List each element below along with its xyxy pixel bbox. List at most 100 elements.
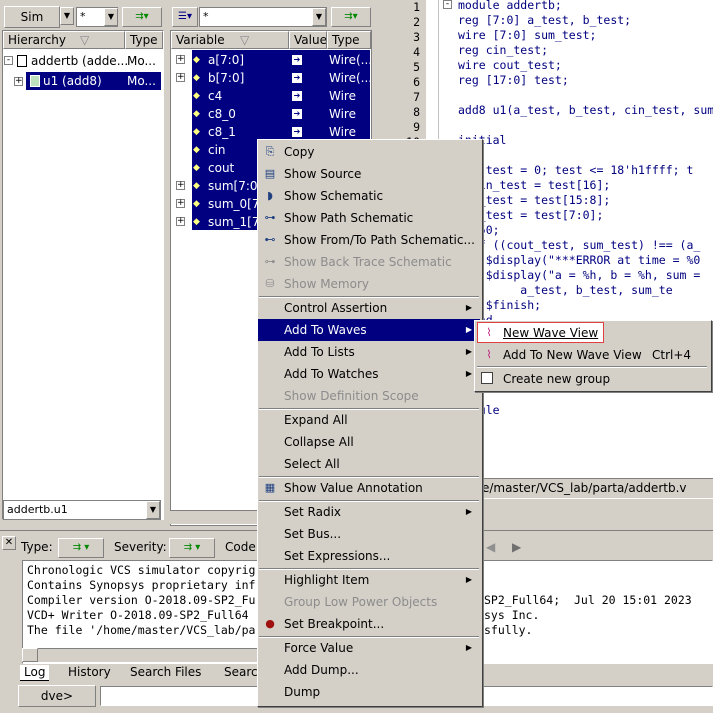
menu-item-group-low-power-objects[interactable]: Group Low Power Objects: [258, 591, 480, 613]
menu-item-set-radix[interactable]: Set Radix ▶: [258, 501, 480, 523]
menu-item-add-dump[interactable]: Add Dump...: [258, 659, 480, 681]
type-filter-combo[interactable]: ⇉ ▾: [58, 538, 104, 558]
menu-item-copy[interactable]: ⎘ Copy: [258, 141, 480, 163]
menu-item-add-to-watches[interactable]: Add To Watches ▶: [258, 363, 480, 385]
variable-filter-input[interactable]: *: [199, 7, 327, 27]
path-schematic-icon: ⊶: [264, 211, 276, 224]
menu-item-show-source[interactable]: ▤ Show Source: [258, 163, 480, 185]
console-tab-search-files[interactable]: Search Files: [126, 665, 205, 681]
log-line-continued: sys Inc.: [484, 608, 540, 622]
submenu-arrow-icon: ▶: [465, 369, 472, 378]
log-hscroll[interactable]: [22, 648, 262, 662]
code-line: $finish;: [458, 298, 542, 312]
variable-filter-arrow[interactable]: ▼: [312, 8, 326, 26]
checkbox-icon[interactable]: [481, 372, 493, 384]
add-wave-view-icon: ⌇: [486, 348, 492, 361]
expand-icon[interactable]: +: [176, 55, 185, 64]
type-column-header[interactable]: Type: [327, 31, 371, 49]
expand-icon[interactable]: +: [14, 77, 23, 86]
shortcut-label: Ctrl+4: [652, 348, 692, 362]
menu-item-label: Force Value: [284, 641, 354, 655]
log-line: The file '/home/master/VCS_lab/pa: [27, 623, 256, 637]
severity-filter-combo[interactable]: ⇉ ▾: [169, 538, 215, 558]
log-line: VCD+ Writer O-2018.09-SP2_Full64: [27, 608, 249, 622]
menu-item-set-bus[interactable]: Set Bus...: [258, 523, 480, 545]
expand-icon[interactable]: +: [176, 73, 185, 82]
menu-item-expand-all[interactable]: Expand All: [258, 409, 480, 431]
sim-dropdown-arrow[interactable]: ▼: [60, 7, 74, 25]
hierarchy-filter-arrow[interactable]: ▼: [104, 8, 118, 26]
console-close-button[interactable]: ✕: [2, 536, 16, 550]
menu-item-collapse-all[interactable]: Collapse All: [258, 431, 480, 453]
menu-item-show-path-schematic[interactable]: ⊶ Show Path Schematic: [258, 207, 480, 229]
tree-row-u1[interactable]: u1 (add8) Mo...: [26, 72, 161, 90]
code-line: $display("a = %h, b = %h, sum =: [458, 268, 701, 282]
menu-item-label: Control Assertion: [284, 301, 388, 315]
menu-item-label: Add To Watches: [284, 367, 379, 381]
line-number: 4: [413, 45, 420, 59]
variable-view-icon[interactable]: ☰▾: [172, 7, 198, 27]
expand-icon[interactable]: +: [176, 199, 185, 208]
code-line: a_test = test[15:8];: [458, 193, 611, 207]
filter-type-icon[interactable]: ⇉▾: [122, 7, 162, 27]
menu-item-show-value-annotation[interactable]: ▦ Show Value Annotation: [258, 477, 480, 499]
variable-row[interactable]: ◆ c4 ➔ Wire: [176, 87, 370, 105]
menu-item-label: Set Breakpoint...: [284, 617, 385, 631]
tree-label: u1 (add8): [43, 74, 102, 88]
menu-item-force-value[interactable]: Force Value ▶: [258, 637, 480, 659]
submenu-item-create-new-group[interactable]: Create new group: [477, 368, 707, 390]
log-line-continued: sfully.: [484, 623, 533, 637]
from-to-path-icon: ⊷: [264, 233, 276, 246]
hierarchy-column-header[interactable]: Hierarchy ▽: [3, 31, 125, 49]
log-nav-back-icon[interactable]: ◀: [486, 540, 495, 554]
hierarchy-type-column-header[interactable]: Type: [125, 31, 163, 49]
log-line-continued: SP2_Full64; Jul 20 15:01 2023: [484, 593, 692, 607]
menu-item-select-all[interactable]: Select All: [258, 453, 480, 475]
menu-item-label: Highlight Item: [284, 573, 370, 587]
variable-row[interactable]: + ◆ a[7:0] ➔ Wire(...: [176, 51, 372, 69]
menu-item-show-memory[interactable]: ⛁ Show Memory: [258, 273, 480, 295]
log-line: Chronologic VCS simulator copyrig: [27, 563, 256, 577]
variable-column-header[interactable]: Variable ▽: [171, 31, 289, 49]
menu-item-dump[interactable]: Dump: [258, 681, 480, 703]
copy-icon: ⎘: [265, 145, 275, 158]
fold-collapse-icon[interactable]: -: [443, 0, 452, 9]
menu-item-show-from-to-path-schematic[interactable]: ⊷ Show From/To Path Schematic...: [258, 229, 480, 251]
submenu-item-add-to-new-wave-view[interactable]: ⌇ Add To New Wave View Ctrl+4: [477, 344, 707, 366]
log-line: Compiler version O-2018.09-SP2_Fu: [27, 593, 256, 607]
log-nav-forward-icon[interactable]: ▶: [512, 540, 521, 554]
scope-select[interactable]: addertb.u1: [3, 500, 161, 520]
expand-icon[interactable]: +: [176, 217, 185, 226]
expand-icon[interactable]: +: [176, 181, 185, 190]
tree-row-addertb[interactable]: - addertb (adde... Mo...: [4, 52, 162, 70]
menu-item-set-breakpoint[interactable]: ● Set Breakpoint...: [258, 613, 480, 635]
variable-row[interactable]: + ◆ b[7:0] ➔ Wire(...: [176, 69, 372, 87]
menu-item-highlight-item[interactable]: Highlight Item ▶: [258, 569, 480, 591]
command-prompt-label: dve>: [18, 685, 96, 707]
menu-item-label: Set Expressions...: [284, 549, 391, 563]
scope-dropdown-arrow[interactable]: ▼: [146, 501, 160, 519]
signal-icon: ◆: [193, 163, 200, 173]
console-code-label: Code:: [225, 540, 260, 554]
menu-item-label: Group Low Power Objects: [284, 595, 438, 609]
collapse-icon[interactable]: -: [4, 56, 13, 65]
code-line: a_test, b_test, sum_te: [458, 283, 673, 297]
console-tab-history[interactable]: History: [64, 665, 115, 681]
menu-item-add-to-lists[interactable]: Add To Lists ▶: [258, 341, 480, 363]
submenu-item-new-wave-view[interactable]: ⌇ New Wave View: [477, 322, 707, 344]
menu-item-control-assertion[interactable]: Control Assertion ▶: [258, 297, 480, 319]
menu-item-show-schematic[interactable]: ◗ Show Schematic: [258, 185, 480, 207]
variable-row[interactable]: ◆ c8_0 ➔ Wire: [176, 105, 370, 123]
sim-button[interactable]: Sim: [4, 6, 60, 28]
sort-filter-icon: ▽: [240, 33, 250, 47]
menu-item-set-expressions[interactable]: Set Expressions...: [258, 545, 480, 567]
menu-item-show-definition-scope[interactable]: Show Definition Scope: [258, 385, 480, 407]
variable-type-filter-icon[interactable]: ⇉▾: [331, 7, 371, 27]
log-hscroll-left-button[interactable]: [22, 648, 38, 662]
menu-item-show-back-trace-schematic[interactable]: ⊶ Show Back Trace Schematic: [258, 251, 480, 273]
menu-item-add-to-waves[interactable]: Add To Waves ▶: [258, 319, 480, 341]
console-tab-log[interactable]: Log: [20, 665, 50, 681]
console-tab-searc[interactable]: Searc: [220, 665, 262, 681]
value-column-header[interactable]: Value: [289, 31, 327, 49]
